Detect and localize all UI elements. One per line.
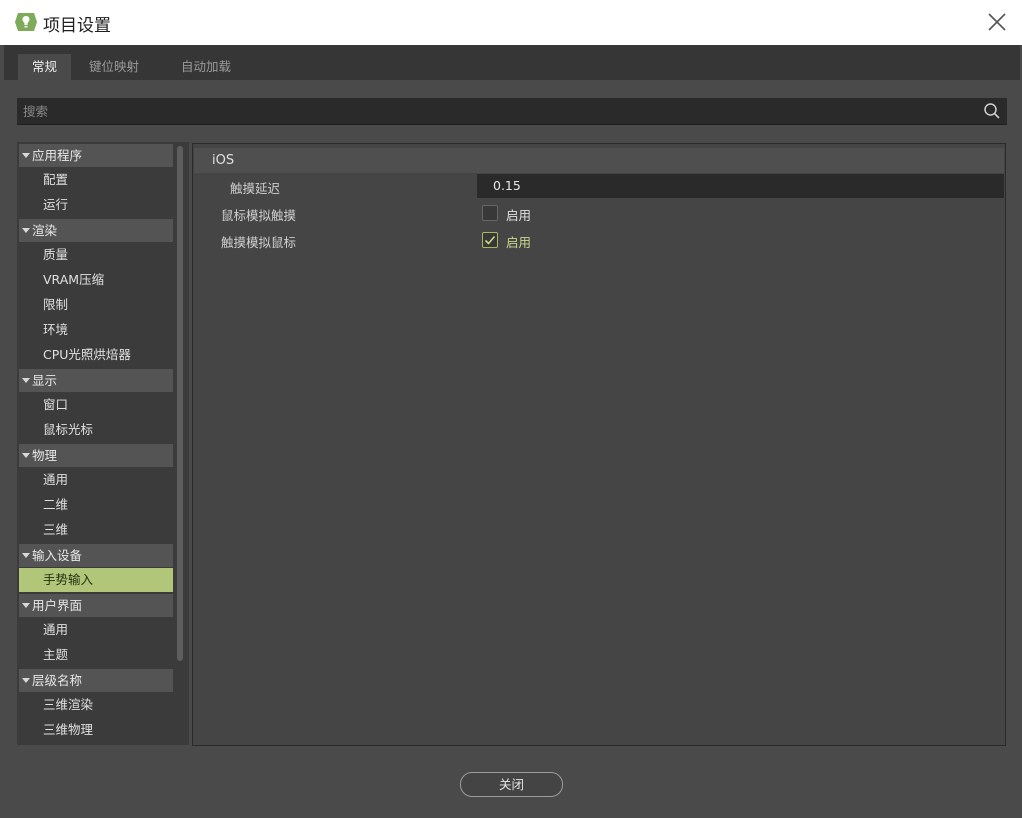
- sidebar-group-rendering[interactable]: 渲染: [19, 219, 173, 242]
- sidebar-item-cpu-lightmapper[interactable]: CPU光照烘焙器: [19, 343, 173, 367]
- sidebar-item-3d-render[interactable]: 三维渲染: [19, 693, 173, 717]
- sidebar-group-physics[interactable]: 物理: [19, 444, 173, 467]
- sidebar-item-physics-3d[interactable]: 三维: [19, 518, 173, 542]
- collapse-arrow-icon: [22, 228, 30, 233]
- section-title: iOS: [212, 153, 235, 168]
- collapse-arrow-icon: [22, 603, 30, 608]
- sidebar-item-quality[interactable]: 质量: [19, 243, 173, 267]
- title-bar: 项目设置: [0, 0, 1022, 45]
- tab-autoload[interactable]: 自动加载: [167, 54, 245, 80]
- collapse-arrow-icon: [22, 553, 30, 558]
- app-logo-icon: [15, 13, 37, 31]
- sidebar-item-physics-2d[interactable]: 二维: [19, 493, 173, 517]
- checkmark-icon: [484, 235, 496, 245]
- sidebar-group-input-devices[interactable]: 输入设备: [19, 544, 173, 567]
- sidebar-item-physics-common[interactable]: 通用: [19, 468, 173, 492]
- sidebar-group-gui[interactable]: 用户界面: [19, 594, 173, 617]
- settings-sidebar: 应用程序 配置 运行 渲染 质量 VRAM压缩 限制 环境 CPU光照烘焙器 显…: [17, 142, 189, 745]
- search-input[interactable]: [17, 98, 979, 124]
- tab-general[interactable]: 常规: [18, 54, 72, 80]
- tab-input-map[interactable]: 键位映射: [75, 54, 153, 80]
- sidebar-item-pointing[interactable]: 手势输入: [19, 568, 173, 592]
- sidebar-group-application[interactable]: 应用程序: [19, 144, 173, 167]
- sidebar-item-3d-physics[interactable]: 三维物理: [19, 718, 173, 742]
- collapse-arrow-icon: [22, 453, 30, 458]
- sidebar-item-window[interactable]: 窗口: [19, 393, 173, 417]
- collapse-arrow-icon: [22, 678, 30, 683]
- touch-delay-input[interactable]: 0.15: [477, 174, 1004, 198]
- sidebar-item-environment[interactable]: 环境: [19, 318, 173, 342]
- tab-bar: 常规 键位映射 自动加载: [4, 45, 1020, 80]
- inspector-panel: iOS 触摸延迟 0.15 鼠标模拟触摸 启用 触摸模拟鼠标 启用: [192, 143, 1006, 746]
- close-window-icon[interactable]: [986, 11, 1008, 33]
- sidebar-item-gui-common[interactable]: 通用: [19, 618, 173, 642]
- sidebar-group-display[interactable]: 显示: [19, 369, 173, 392]
- sidebar-item-vram-compression[interactable]: VRAM压缩: [19, 268, 173, 292]
- section-header: iOS: [194, 148, 1004, 173]
- sidebar-item-mouse-cursor[interactable]: 鼠标光标: [19, 418, 173, 442]
- sidebar-item-config[interactable]: 配置: [19, 168, 173, 192]
- sidebar-group-layer-names[interactable]: 层级名称: [19, 669, 173, 692]
- search-icon[interactable]: [983, 102, 1001, 120]
- emulate-mouse-label: 触摸模拟鼠标: [221, 235, 297, 250]
- emulate-touch-checkbox[interactable]: [482, 205, 498, 221]
- emulate-mouse-option-label[interactable]: 启用: [506, 232, 531, 251]
- sidebar-scrollbar[interactable]: [177, 146, 183, 661]
- collapse-arrow-icon: [22, 153, 30, 158]
- window-title: 项目设置: [43, 16, 111, 36]
- search-bar: [17, 98, 1007, 125]
- sidebar-item-theme[interactable]: 主题: [19, 643, 173, 667]
- sidebar-item-limits[interactable]: 限制: [19, 293, 173, 317]
- collapse-arrow-icon: [22, 378, 30, 383]
- emulate-touch-label: 鼠标模拟触摸: [221, 208, 297, 223]
- close-button[interactable]: 关闭: [460, 772, 563, 797]
- touch-delay-value: 0.15: [493, 178, 521, 193]
- emulate-touch-option-label[interactable]: 启用: [506, 205, 531, 224]
- sidebar-item-run[interactable]: 运行: [19, 193, 173, 217]
- touch-delay-label: 触摸延迟: [230, 181, 281, 196]
- emulate-mouse-checkbox[interactable]: [482, 232, 498, 248]
